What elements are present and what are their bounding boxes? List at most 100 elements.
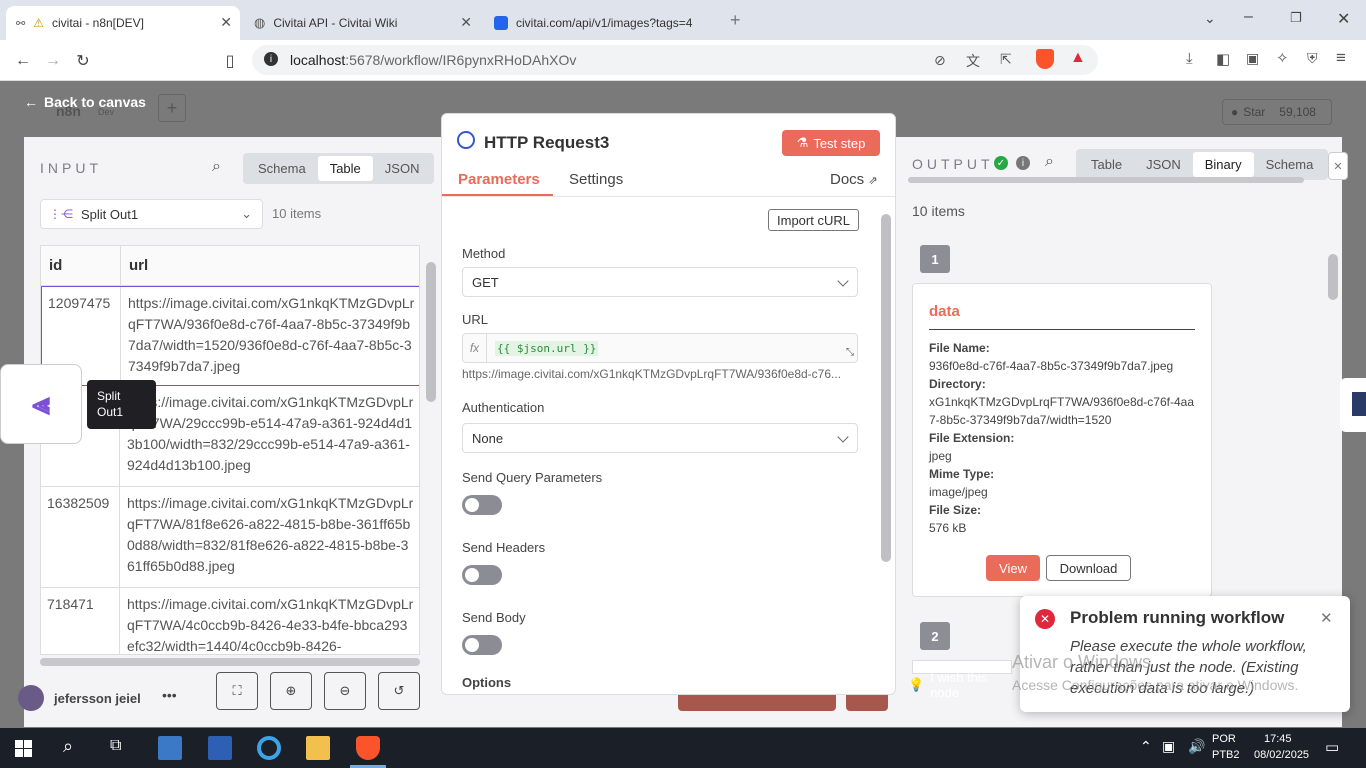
task-view-icon[interactable]: ⧉ (110, 737, 121, 755)
menu-icon[interactable]: ≡ (1336, 48, 1346, 68)
authentication-select[interactable]: None (462, 423, 858, 453)
split-out-icon: ⋮⋲ (49, 207, 73, 221)
send-body-toggle[interactable] (462, 635, 502, 655)
search-icon[interactable]: ⌕ (212, 158, 221, 176)
tab-schema[interactable]: Schema (246, 156, 318, 181)
translate-icon[interactable]: 文 (966, 51, 980, 71)
authentication-label: Authentication (462, 400, 545, 415)
file-explorer-icon[interactable] (306, 736, 330, 760)
sidebar-icon[interactable]: ◧ (1216, 50, 1230, 68)
send-headers-toggle[interactable] (462, 565, 502, 585)
new-tab-icon[interactable]: + (730, 10, 741, 31)
leo-ai-icon[interactable]: ✧ (1276, 49, 1289, 67)
send-query-toggle[interactable] (462, 495, 502, 515)
view-button[interactable]: View (986, 555, 1040, 581)
reload-icon[interactable]: ↻ (70, 48, 96, 74)
split-out-node[interactable]: ⫷ (0, 364, 82, 444)
table-row[interactable]: 718471 https://image.civitai.com/xG1nkqK… (41, 588, 419, 654)
close-tab-icon[interactable]: ✕ (220, 14, 232, 31)
docs-link[interactable]: Docs ⇗ (830, 171, 878, 188)
import-curl-button[interactable]: Import cURL (768, 209, 859, 231)
reset-zoom-button[interactable]: ↺ (378, 672, 420, 710)
input-h-scrollbar[interactable] (40, 658, 420, 666)
zoom-in-button[interactable]: ⊕ (270, 672, 312, 710)
network-icon[interactable]: ▣ (1162, 738, 1175, 755)
clock-time[interactable]: 17:45 (1264, 733, 1292, 745)
url-expression-field[interactable]: fx {{ $json.url }} ⤡ (462, 333, 858, 363)
method-select[interactable]: GET (462, 267, 858, 297)
share-icon[interactable]: ⇱ (1000, 51, 1012, 68)
back-to-canvas-link[interactable]: ← Back to canvas (24, 94, 146, 110)
expand-icon[interactable]: ⤡ (846, 347, 854, 358)
send-body-label: Send Body (462, 610, 526, 625)
tab-civitai-wiki[interactable]: ◍ Civitai API - Civitai Wiki ✕ (244, 6, 480, 40)
file-manager-app-icon[interactable] (158, 736, 182, 760)
bookmark-icon[interactable]: ▯ (217, 48, 243, 74)
back-icon[interactable]: ← (10, 48, 36, 74)
params-scrollbar[interactable] (881, 214, 891, 562)
add-node-button[interactable]: + (158, 94, 186, 122)
github-star-button[interactable]: ● Star 59,108 (1222, 99, 1332, 125)
tab-parameters[interactable]: Parameters (458, 171, 540, 188)
success-check-icon: ✓ (994, 156, 1008, 170)
tab-json[interactable]: JSON (1134, 152, 1193, 177)
notification-icon[interactable]: ▭ (1325, 738, 1339, 756)
zoom-fit-button[interactable]: ⛶ (216, 672, 258, 710)
feedback-icon (1352, 392, 1366, 416)
powershell-app-icon[interactable] (208, 736, 232, 760)
table-row[interactable]: 12097475 https://image.civitai.com/xG1nk… (41, 286, 419, 386)
tab-table[interactable]: Table (1079, 152, 1134, 177)
tab-settings[interactable]: Settings (569, 171, 623, 188)
no-tracking-icon[interactable]: ⊘ (934, 52, 946, 69)
keyboard-layout[interactable]: PTB2 (1212, 749, 1240, 761)
tab-list-chevron-icon[interactable]: ⌄ (1204, 10, 1216, 27)
close-tab-icon[interactable]: ✕ (460, 14, 472, 31)
wish-node-bar[interactable]: 💡 I wish this node (908, 670, 1018, 700)
brave-browser-icon[interactable] (356, 736, 380, 760)
node-title[interactable]: HTTP Request3 (484, 133, 609, 153)
vpn-icon[interactable]: ⛨ (1307, 50, 1318, 67)
close-toast-icon[interactable]: ✕ (1320, 609, 1333, 627)
user-avatar[interactable] (18, 685, 44, 711)
download-icon[interactable]: ⤓ (1186, 50, 1193, 67)
brave-rewards-icon[interactable]: ▲ (1070, 49, 1086, 67)
windows-start-icon[interactable] (15, 740, 32, 757)
minimize-icon[interactable]: – (1244, 8, 1253, 26)
test-step-button[interactable]: ⚗ Test step (782, 130, 880, 156)
feedback-widget[interactable] (1340, 378, 1366, 432)
tab-civitai-n8n[interactable]: ⚯ ⚠ civitai - n8n[DEV] ✕ (6, 6, 240, 40)
language-code[interactable]: POR (1212, 733, 1236, 745)
clock-date[interactable]: 08/02/2025 (1254, 749, 1309, 761)
close-window-icon[interactable]: ✕ (1337, 9, 1350, 29)
site-info-icon[interactable]: i (264, 52, 278, 66)
tab-title: Civitai API - Civitai Wiki (273, 16, 398, 30)
wallet-icon[interactable]: ▣ (1246, 50, 1259, 67)
zoom-out-button[interactable]: ⊖ (324, 672, 366, 710)
brave-shield-icon[interactable] (1036, 49, 1054, 69)
tab-schema[interactable]: Schema (1254, 152, 1326, 177)
close-panel-button[interactable]: ✕ (1328, 152, 1348, 180)
size-value: 576 kB (929, 521, 967, 535)
chevron-up-icon[interactable]: ⌃ (1140, 738, 1152, 755)
tab-json[interactable]: JSON (373, 156, 432, 181)
output-h-scrollbar[interactable] (908, 177, 1304, 183)
search-icon[interactable]: ⌕ (63, 736, 73, 757)
tab-civitai-api[interactable]: civitai.com/api/v1/images?tags=4 (484, 6, 720, 40)
download-button[interactable]: Download (1046, 555, 1131, 581)
forward-icon[interactable]: → (40, 48, 66, 74)
chevron-down-icon (837, 431, 849, 443)
restore-icon[interactable]: ❐ (1290, 10, 1302, 26)
table-row[interactable]: 16382509 https://image.civitai.com/xG1nk… (41, 487, 419, 588)
internet-explorer-icon[interactable] (257, 736, 281, 760)
info-icon[interactable]: i (1016, 156, 1030, 170)
volume-icon[interactable]: 🔊 (1188, 738, 1205, 755)
input-node-select[interactable]: ⋮⋲ Split Out1 ⌄ (40, 199, 263, 229)
search-icon[interactable]: ⌕ (1045, 153, 1054, 171)
input-scrollbar[interactable] (426, 262, 436, 402)
output-panel-title: OUTPUT (912, 156, 994, 172)
tab-table[interactable]: Table (317, 156, 373, 181)
output-scrollbar[interactable] (1328, 254, 1338, 300)
n8n-favicon-icon: ⚯ (16, 17, 26, 30)
user-menu-icon[interactable]: ••• (162, 687, 177, 703)
tab-binary[interactable]: Binary (1192, 152, 1254, 177)
